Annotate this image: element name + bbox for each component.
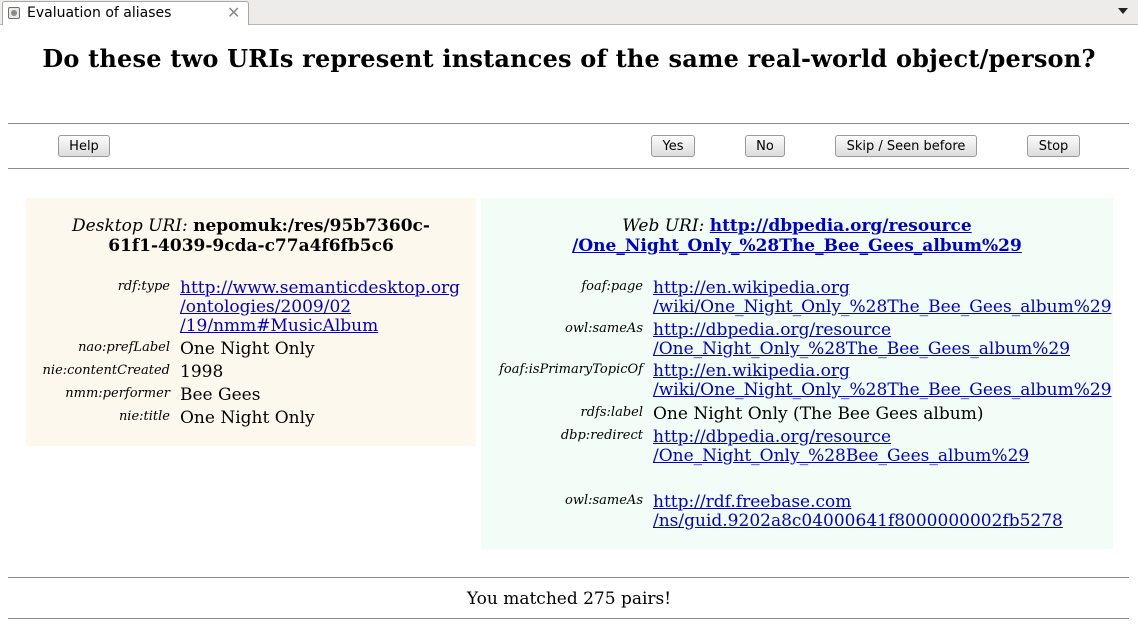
property-label: rdfs:label bbox=[580, 405, 643, 420]
web-uri-link-cont[interactable]: /One_Night_Only_%28The_Bee_Gees_album%29 bbox=[572, 236, 1022, 256]
link-line[interactable]: /One_Night_Only_%28Bee_Gees_album%29 bbox=[653, 447, 1029, 466]
property-label: owl:sameAs bbox=[565, 493, 643, 508]
property-label: foaf:page bbox=[581, 279, 643, 294]
link-line[interactable]: http://www.semanticdesktop.org bbox=[180, 279, 460, 298]
chevron-down-icon[interactable] bbox=[1118, 8, 1128, 14]
property-label: nie:contentCreated bbox=[42, 363, 170, 378]
property-label: dbp:redirect bbox=[560, 428, 643, 443]
window-icon bbox=[8, 7, 20, 19]
match-status: You matched 275 pairs! bbox=[466, 589, 672, 609]
tab-evaluation-of-aliases[interactable]: Evaluation of aliases ✕ bbox=[2, 1, 249, 25]
link-line[interactable]: /ontologies/2009/02 bbox=[180, 298, 460, 317]
divider bbox=[8, 577, 1129, 578]
link-line[interactable]: /wiki/One_Night_Only_%28The_Bee_Gees_alb… bbox=[653, 381, 1112, 400]
property-value: One Night Only (The Bee Gees album) bbox=[653, 404, 984, 424]
property-label: rdf:type bbox=[117, 279, 170, 294]
link-line[interactable]: http://en.wikipedia.org bbox=[653, 279, 1112, 298]
desktop-uri-heading: Desktop URI: nepomuk:/res/95b7360c- 61f1… bbox=[26, 216, 476, 256]
link-line[interactable]: /ns/guid.9202a8c04000641f8000000002fb527… bbox=[653, 512, 1063, 531]
property-label: nao:prefLabel bbox=[78, 340, 170, 355]
desktop-uri-value-cont: 61f1-4039-9cda-c77a4f6fb5c6 bbox=[108, 236, 394, 256]
web-resource-panel: Web URI: http://dbpedia.org/resource /On… bbox=[481, 198, 1113, 549]
desktop-resource-panel: Desktop URI: nepomuk:/res/95b7360c- 61f1… bbox=[26, 198, 476, 446]
property-value-link[interactable]: http://dbpedia.org/resource /One_Night_O… bbox=[653, 321, 1070, 359]
property-label: foaf:isPrimaryTopicOf bbox=[499, 362, 643, 377]
property-value: One Night Only bbox=[180, 339, 315, 359]
property-value-link[interactable]: http://en.wikipedia.org /wiki/One_Night_… bbox=[653, 362, 1112, 400]
no-button[interactable]: No bbox=[745, 135, 785, 157]
web-uri-label: Web URI: bbox=[622, 216, 705, 236]
tab-bar: Evaluation of aliases ✕ bbox=[0, 0, 1138, 25]
property-value-link[interactable]: http://rdf.freebase.com /ns/guid.9202a8c… bbox=[653, 493, 1063, 531]
link-line[interactable]: http://en.wikipedia.org bbox=[653, 362, 1112, 381]
divider bbox=[8, 123, 1129, 124]
skip-button[interactable]: Skip / Seen before bbox=[835, 135, 977, 157]
divider bbox=[8, 168, 1129, 169]
link-line[interactable]: http://rdf.freebase.com bbox=[653, 493, 1063, 512]
property-label: owl:sameAs bbox=[565, 321, 643, 336]
divider bbox=[8, 618, 1129, 619]
link-line[interactable]: /19/nmm#MusicAlbum bbox=[180, 317, 460, 336]
link-line[interactable]: http://dbpedia.org/resource bbox=[653, 428, 1029, 447]
close-icon[interactable]: ✕ bbox=[227, 4, 240, 22]
desktop-uri-value: nepomuk:/res/95b7360c- bbox=[193, 216, 430, 236]
question-heading: Do these two URIs represent instances of… bbox=[42, 44, 1096, 73]
tab-title: Evaluation of aliases bbox=[27, 5, 172, 21]
property-value: One Night Only bbox=[180, 408, 315, 428]
property-value: 1998 bbox=[180, 362, 224, 382]
property-label: nie:title bbox=[118, 409, 170, 424]
property-value: Bee Gees bbox=[180, 385, 261, 405]
desktop-uri-label: Desktop URI: bbox=[72, 216, 188, 236]
yes-button[interactable]: Yes bbox=[651, 135, 695, 157]
web-uri-link[interactable]: http://dbpedia.org/resource bbox=[710, 216, 972, 236]
stop-button[interactable]: Stop bbox=[1027, 135, 1080, 157]
link-line[interactable]: /wiki/One_Night_Only_%28The_Bee_Gees_alb… bbox=[653, 298, 1112, 317]
property-value-link[interactable]: http://www.semanticdesktop.org /ontologi… bbox=[180, 279, 460, 336]
link-line[interactable]: http://dbpedia.org/resource bbox=[653, 321, 1070, 340]
property-value-link[interactable]: http://en.wikipedia.org /wiki/One_Night_… bbox=[653, 279, 1112, 317]
help-button[interactable]: Help bbox=[58, 135, 110, 157]
web-uri-heading: Web URI: http://dbpedia.org/resource /On… bbox=[481, 216, 1113, 256]
property-label: nmm:performer bbox=[65, 386, 170, 401]
property-value-link[interactable]: http://dbpedia.org/resource /One_Night_O… bbox=[653, 428, 1029, 466]
link-line[interactable]: /One_Night_Only_%28The_Bee_Gees_album%29 bbox=[653, 340, 1070, 359]
